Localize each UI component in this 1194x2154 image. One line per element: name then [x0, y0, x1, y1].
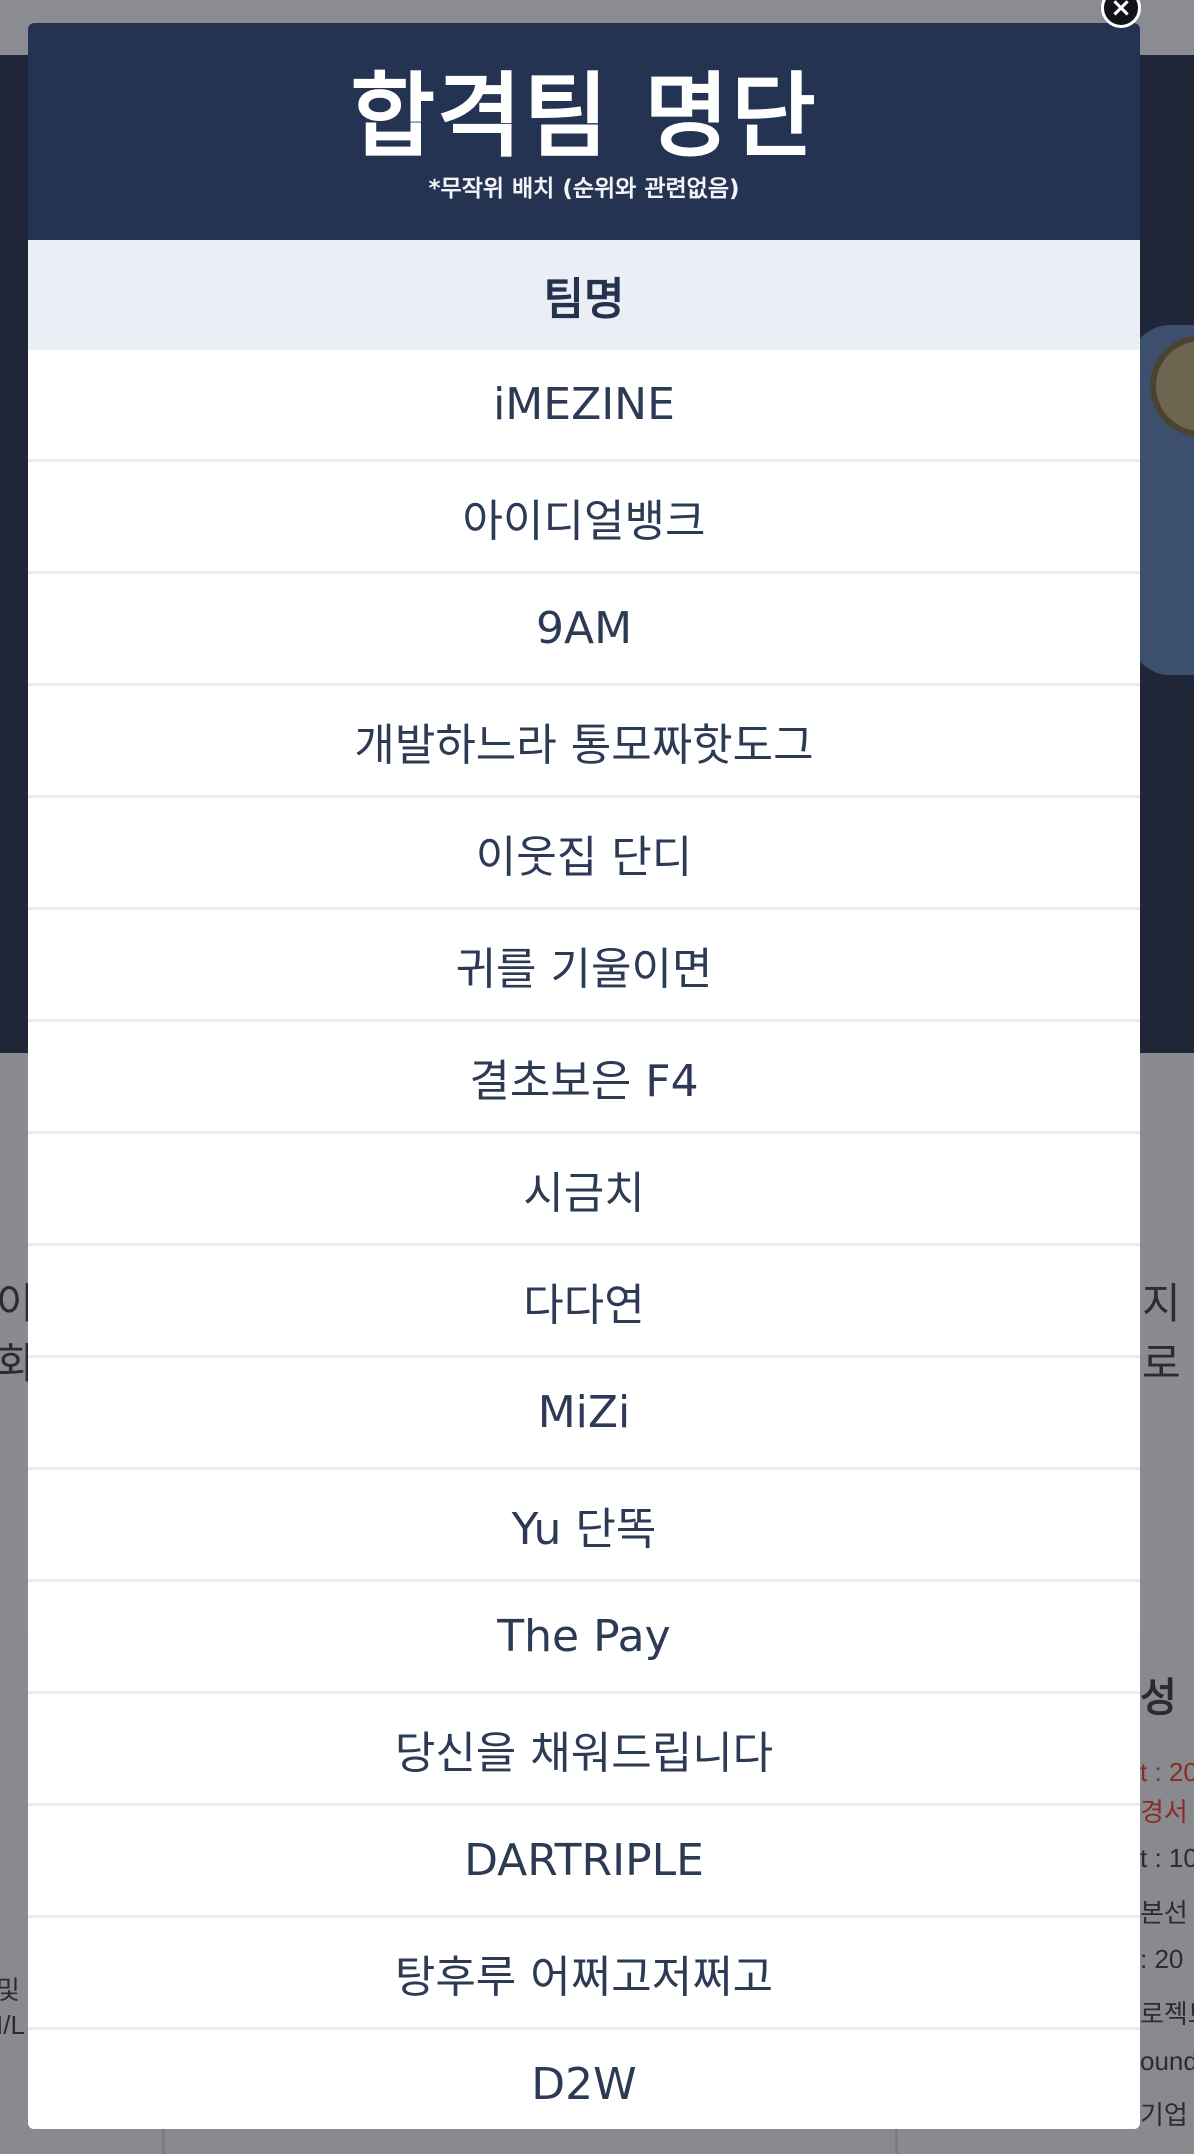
team-row: 개발하느라 통모짜핫도그	[28, 686, 1140, 798]
team-row: MiZi	[28, 1358, 1140, 1470]
team-row: 당신을 채워드립니다	[28, 1694, 1140, 1806]
background-text: 성	[1140, 1676, 1177, 1720]
close-icon: ×	[1110, 0, 1132, 23]
background-text: 지	[1142, 1280, 1181, 1327]
team-row: iMEZINE	[28, 350, 1140, 462]
team-row: 탕후루 어쩌고저쩌고	[28, 1918, 1140, 2030]
background-text: 경서 신	[1140, 1797, 1194, 1827]
team-row: 다다연	[28, 1246, 1140, 1358]
team-row: The Pay	[28, 1582, 1140, 1694]
team-row: 시금치	[28, 1134, 1140, 1246]
team-list: iMEZINE 아이디얼뱅크 9AM 개발하느라 통모짜핫도그 이웃집 단디 귀…	[28, 350, 1140, 2129]
modal-header: 합격팀 명단 *무작위 배치 (순위와 관련없음)	[28, 23, 1140, 240]
background-text: I/L	[0, 2010, 25, 2040]
team-row: D2W	[531, 2059, 637, 2110]
team-row: Yu 단똑	[28, 1470, 1140, 1582]
modal-title: 합격팀 명단	[350, 63, 818, 170]
background-text: 본선	[1140, 1898, 1188, 1928]
team-row: 아이디얼뱅크	[28, 462, 1140, 574]
background-text: 기업 히	[1140, 2100, 1194, 2130]
background-text: ound	[1140, 2046, 1194, 2076]
background-text: 로젝트	[1140, 1999, 1194, 2029]
background-text: : 20	[1140, 1944, 1184, 1974]
team-row: 귀를 기울이면	[28, 910, 1140, 1022]
winners-modal: 합격팀 명단 *무작위 배치 (순위와 관련없음) 팀명 iMEZINE 아이디…	[28, 23, 1140, 2129]
background-text: t : 20	[1140, 1757, 1194, 1787]
background-text: 로	[1142, 1340, 1181, 1387]
background-text: t : 10	[1140, 1843, 1194, 1873]
team-column-header: 팀명	[28, 240, 1140, 350]
team-row: 이웃집 단디	[28, 798, 1140, 910]
team-row: 9AM	[28, 574, 1140, 686]
team-row: DARTRIPLE	[28, 1806, 1140, 1918]
modal-subtitle: *무작위 배치 (순위와 관련없음)	[428, 176, 740, 202]
team-row: 결초보은 F4	[28, 1022, 1140, 1134]
